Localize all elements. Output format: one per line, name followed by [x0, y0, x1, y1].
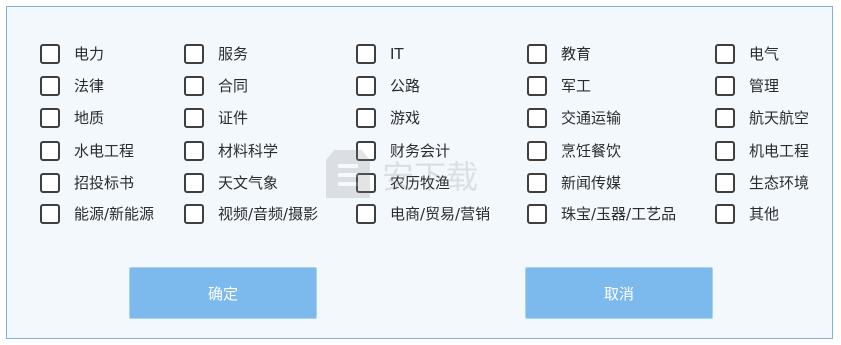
category-option[interactable]: 生态环境 [715, 172, 809, 194]
checkbox-label: 天文气象 [218, 174, 279, 192]
checkbox-label: 材料科学 [218, 142, 279, 160]
checkbox[interactable] [184, 44, 204, 64]
checkbox-label: 服务 [218, 45, 249, 63]
category-option[interactable]: 服务 [184, 43, 248, 65]
category-option[interactable]: 管理 [715, 75, 779, 97]
category-option[interactable]: 合同 [184, 75, 248, 97]
category-option[interactable]: IT [356, 43, 404, 65]
checkbox[interactable] [527, 76, 547, 96]
checkbox-label: 游戏 [390, 109, 421, 127]
checkbox-label: 合同 [218, 77, 249, 95]
checkbox[interactable] [356, 44, 376, 64]
checkbox[interactable] [715, 76, 735, 96]
checkbox-label: 水电工程 [74, 142, 135, 160]
checkbox[interactable] [184, 173, 204, 193]
checkbox-label: 其他 [749, 205, 780, 223]
checkbox[interactable] [715, 44, 735, 64]
checkbox[interactable] [40, 173, 60, 193]
checkbox[interactable] [40, 44, 60, 64]
category-option[interactable]: 游戏 [356, 107, 420, 129]
checkbox[interactable] [356, 141, 376, 161]
checkbox-label: 新闻传媒 [561, 174, 622, 192]
category-option[interactable]: 视频/音频/摄影 [184, 203, 318, 225]
checkbox[interactable] [527, 204, 547, 224]
category-option[interactable]: 电商/贸易/营销 [356, 203, 490, 225]
category-option[interactable]: 材料科学 [184, 140, 278, 162]
category-option[interactable]: 天文气象 [184, 172, 278, 194]
checkbox[interactable] [184, 204, 204, 224]
checkbox-label: 航天航空 [749, 109, 810, 127]
checkbox-label: 证件 [218, 109, 249, 127]
checkbox-label: 烹饪餐饮 [561, 142, 622, 160]
checkbox[interactable] [527, 108, 547, 128]
checkbox[interactable] [715, 108, 735, 128]
category-option[interactable]: 教育 [527, 43, 591, 65]
checkbox[interactable] [527, 44, 547, 64]
checkbox[interactable] [40, 108, 60, 128]
checkbox-label: 电商/贸易/营销 [390, 205, 491, 223]
checkbox-label: 机电工程 [749, 142, 810, 160]
category-option[interactable]: 能源/新能源 [40, 203, 154, 225]
category-option[interactable]: 招投标书 [40, 172, 134, 194]
checkbox[interactable] [715, 141, 735, 161]
checkbox[interactable] [40, 141, 60, 161]
cancel-button[interactable]: 取消 [525, 267, 713, 319]
checkbox[interactable] [356, 173, 376, 193]
category-option[interactable]: 地质 [40, 107, 104, 129]
checkbox-label: 管理 [749, 77, 780, 95]
category-option[interactable]: 交通运输 [527, 107, 621, 129]
checkbox[interactable] [715, 173, 735, 193]
checkbox[interactable] [184, 141, 204, 161]
checkbox[interactable] [527, 141, 547, 161]
confirm-button[interactable]: 确定 [129, 267, 317, 319]
checkbox[interactable] [40, 204, 60, 224]
checkbox-label: 视频/音频/摄影 [218, 205, 319, 223]
checkbox-label: 生态环境 [749, 174, 810, 192]
category-option[interactable]: 电力 [40, 43, 104, 65]
checkbox[interactable] [356, 108, 376, 128]
checkbox-label: 招投标书 [74, 174, 135, 192]
category-option[interactable]: 财务会计 [356, 140, 450, 162]
checkbox-label: 电气 [749, 45, 780, 63]
category-option[interactable]: 农历牧渔 [356, 172, 450, 194]
category-selection-dialog: 电力 服务 IT 教育 电气法律 合同 公路 军工 管理地质 证件 游戏 交通运输 航天航空水电工程 材料… [6, 6, 833, 339]
category-option[interactable]: 其他 [715, 203, 779, 225]
checkbox-label: 珠宝/玉器/工艺品 [561, 205, 677, 223]
checkbox[interactable] [40, 76, 60, 96]
checkbox-label: 财务会计 [390, 142, 451, 160]
checkbox-label: IT [390, 45, 404, 63]
checkbox-label: 公路 [390, 77, 421, 95]
category-option[interactable]: 军工 [527, 75, 591, 97]
checkbox-label: 法律 [74, 77, 105, 95]
category-option[interactable]: 证件 [184, 107, 248, 129]
category-option[interactable]: 水电工程 [40, 140, 134, 162]
checkbox-label: 地质 [74, 109, 105, 127]
checkbox[interactable] [527, 173, 547, 193]
category-option[interactable]: 电气 [715, 43, 779, 65]
checkbox-label: 教育 [561, 45, 592, 63]
checkbox[interactable] [184, 76, 204, 96]
category-option[interactable]: 法律 [40, 75, 104, 97]
checkbox-label: 农历牧渔 [390, 174, 451, 192]
checkbox[interactable] [356, 204, 376, 224]
category-option[interactable]: 公路 [356, 75, 420, 97]
checkbox[interactable] [184, 108, 204, 128]
category-option[interactable]: 烹饪餐饮 [527, 140, 621, 162]
checkbox[interactable] [356, 76, 376, 96]
category-option[interactable]: 航天航空 [715, 107, 809, 129]
checkbox-label: 军工 [561, 77, 592, 95]
category-option[interactable]: 新闻传媒 [527, 172, 621, 194]
category-option[interactable]: 珠宝/玉器/工艺品 [527, 203, 676, 225]
checkbox[interactable] [715, 204, 735, 224]
checkbox-label: 能源/新能源 [74, 205, 155, 223]
category-option[interactable]: 机电工程 [715, 140, 809, 162]
checkbox-label: 交通运输 [561, 109, 622, 127]
category-checkbox-grid: 电力 服务 IT 教育 电气法律 合同 公路 军工 管理地质 证件 游戏 交通运输 航天航空水电工程 材料… [7, 7, 832, 227]
checkbox-label: 电力 [74, 45, 105, 63]
